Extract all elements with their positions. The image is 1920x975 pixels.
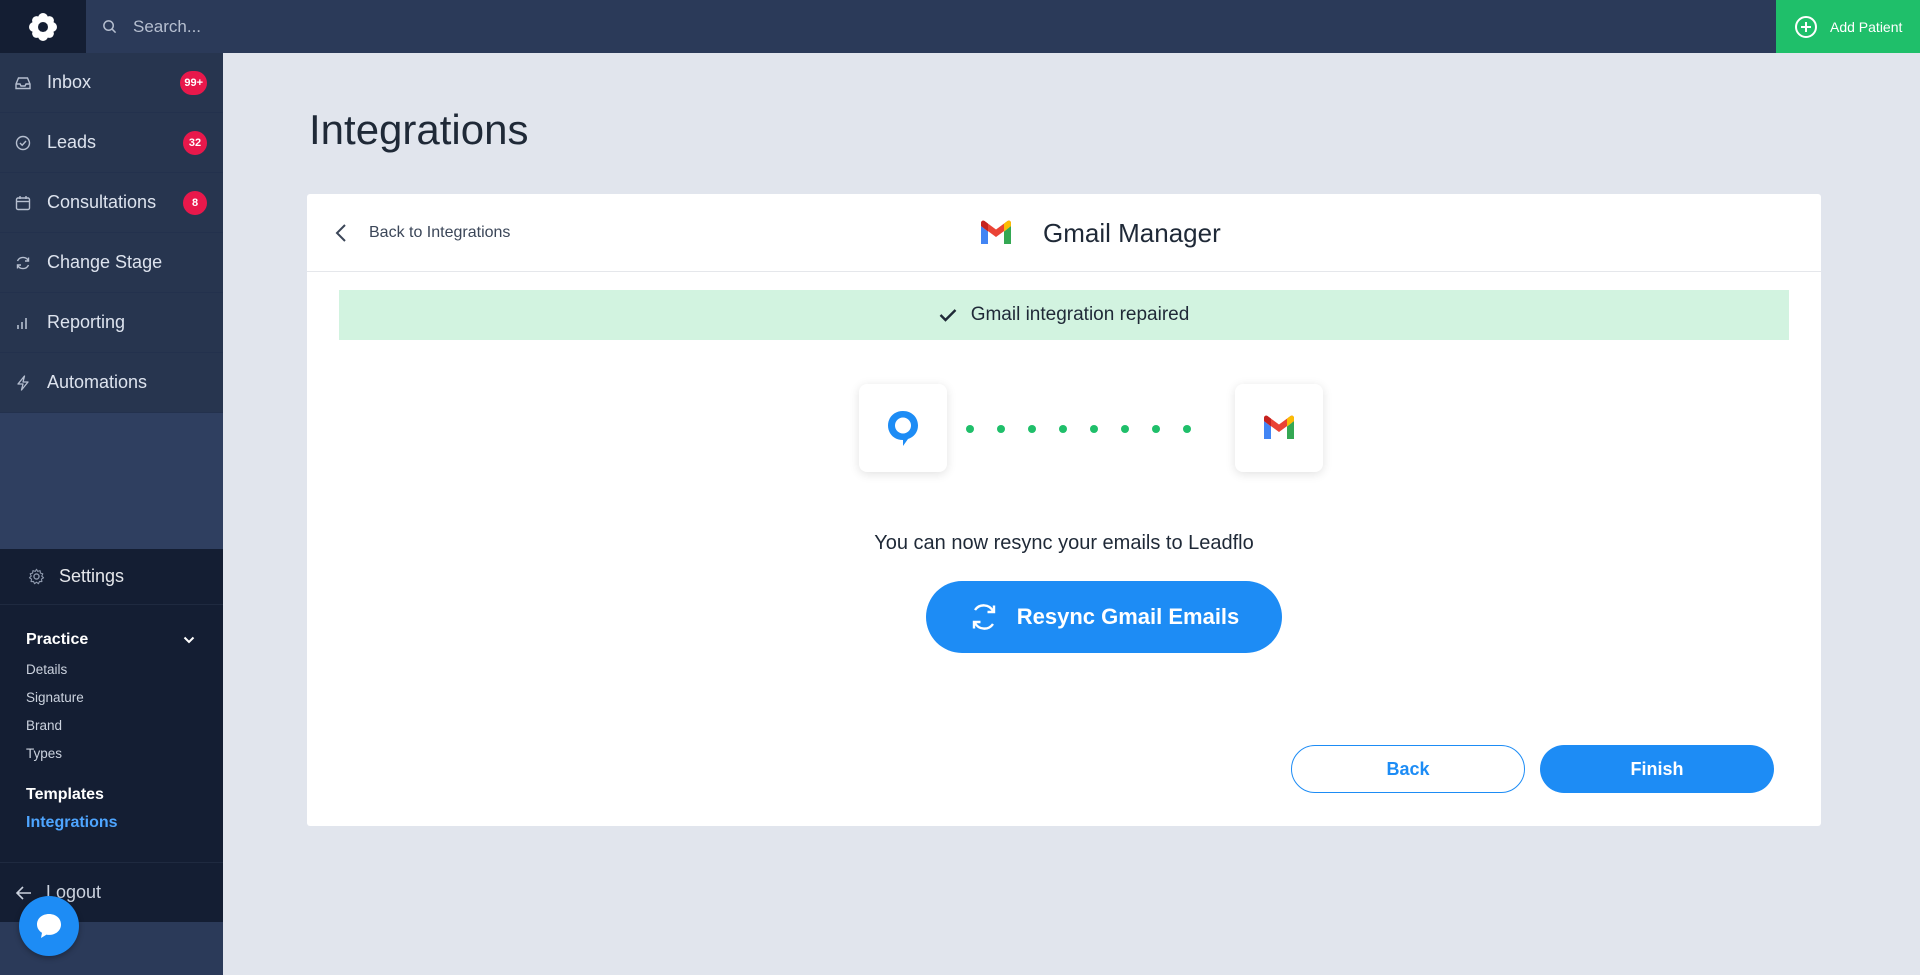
settings-item-details[interactable]: Details <box>0 655 223 683</box>
practice-label: Practice <box>26 631 89 648</box>
connection-dot <box>1028 425 1036 433</box>
search-icon <box>103 20 117 34</box>
back-to-integrations-link[interactable]: Back to Integrations <box>335 194 510 272</box>
inbox-icon <box>14 74 32 92</box>
success-message: Gmail integration repaired <box>970 304 1190 325</box>
plus-circle-icon <box>1795 15 1817 38</box>
chat-bubble-icon <box>37 914 61 938</box>
settings-item-templates[interactable]: Templates <box>0 781 223 809</box>
top-bar: Add Patient <box>0 0 1920 53</box>
sidebar-item-label: Inbox <box>47 72 92 92</box>
connection-dot <box>997 425 1005 433</box>
settings-panel: Settings Practice Details Signature Bran… <box>0 549 223 922</box>
sidebar-item-consultations[interactable]: Consultations 8 <box>0 173 223 233</box>
success-banner: Gmail integration repaired <box>339 290 1789 340</box>
consultations-count-badge: 8 <box>183 190 207 215</box>
connection-dot <box>1152 425 1160 433</box>
leadflo-logo-tile <box>859 384 947 472</box>
sidebar-item-label: Automations <box>47 372 148 392</box>
add-patient-button[interactable]: Add Patient <box>1776 0 1920 53</box>
arrow-left-icon <box>16 885 31 900</box>
integrations-label: Integrations <box>26 814 118 831</box>
add-patient-label: Add Patient <box>1830 18 1903 35</box>
calendar-icon <box>14 194 32 212</box>
sidebar-item-automations[interactable]: Automations <box>0 353 223 413</box>
connection-visual <box>859 384 1329 474</box>
card-header: Back to Integrations Gmail Manager <box>307 194 1821 272</box>
settings-menu[interactable]: Settings <box>0 549 223 605</box>
inbox-count-badge: 99+ <box>180 70 207 95</box>
gmail-manager-card: Back to Integrations Gmail Manager Gmail… <box>307 194 1821 826</box>
search-input[interactable] <box>133 16 1033 37</box>
resync-gmail-emails-button[interactable]: Resync Gmail Emails <box>926 581 1282 653</box>
sidebar-item-change-stage[interactable]: Change Stage <box>0 233 223 293</box>
back-button[interactable]: Back <box>1291 745 1525 793</box>
settings-item-types[interactable]: Types <box>0 739 223 767</box>
sidebar-item-label: Leads <box>47 132 97 152</box>
lightning-icon <box>14 374 32 392</box>
chevron-down-icon <box>183 636 195 644</box>
sidebar-item-label: Change Stage <box>47 252 163 272</box>
leadflo-logo-icon <box>888 411 918 446</box>
settings-label: Settings <box>59 566 125 586</box>
refresh-icon <box>14 254 32 272</box>
connection-dot <box>1121 425 1129 433</box>
resync-description: You can now resync your emails to Leadfl… <box>874 532 1254 554</box>
practice-group-toggle[interactable]: Practice <box>0 629 223 651</box>
connection-dot <box>966 425 974 433</box>
gmail-icon <box>979 220 1013 246</box>
chevron-left-icon <box>335 224 346 242</box>
check-circle-icon <box>14 134 32 152</box>
checkmark-icon <box>939 309 957 322</box>
card-title: Gmail Manager <box>979 194 1221 272</box>
back-link-label: Back to Integrations <box>369 224 511 241</box>
gear-icon <box>28 568 45 585</box>
bar-chart-icon <box>14 314 32 332</box>
settings-item-brand[interactable]: Brand <box>0 711 223 739</box>
sync-icon <box>972 604 995 630</box>
app-logo[interactable] <box>0 0 86 53</box>
gmail-logo-tile <box>1235 384 1323 472</box>
sidebar-item-reporting[interactable]: Reporting <box>0 293 223 353</box>
flower-logo-icon <box>29 12 57 41</box>
settings-item-signature[interactable]: Signature <box>0 683 223 711</box>
connection-dot <box>1183 425 1191 433</box>
resync-button-label: Resync Gmail Emails <box>1016 604 1240 629</box>
card-title-text: Gmail Manager <box>1043 217 1221 248</box>
connection-dot <box>1059 425 1067 433</box>
search-bar <box>86 0 1776 53</box>
gmail-icon <box>1264 415 1294 439</box>
settings-item-integrations[interactable]: Integrations <box>0 809 223 837</box>
sidebar-item-leads[interactable]: Leads 32 <box>0 113 223 173</box>
sidebar-item-label: Consultations <box>47 192 157 212</box>
leads-count-badge: 32 <box>183 130 207 155</box>
connection-dot <box>1090 425 1098 433</box>
sidebar-item-inbox[interactable]: Inbox 99+ <box>0 53 223 113</box>
chat-widget-button[interactable] <box>19 896 79 956</box>
finish-button[interactable]: Finish <box>1540 745 1774 793</box>
templates-label: Templates <box>26 786 104 803</box>
page-title: Integrations <box>309 106 529 153</box>
sidebar-item-label: Reporting <box>47 312 126 332</box>
